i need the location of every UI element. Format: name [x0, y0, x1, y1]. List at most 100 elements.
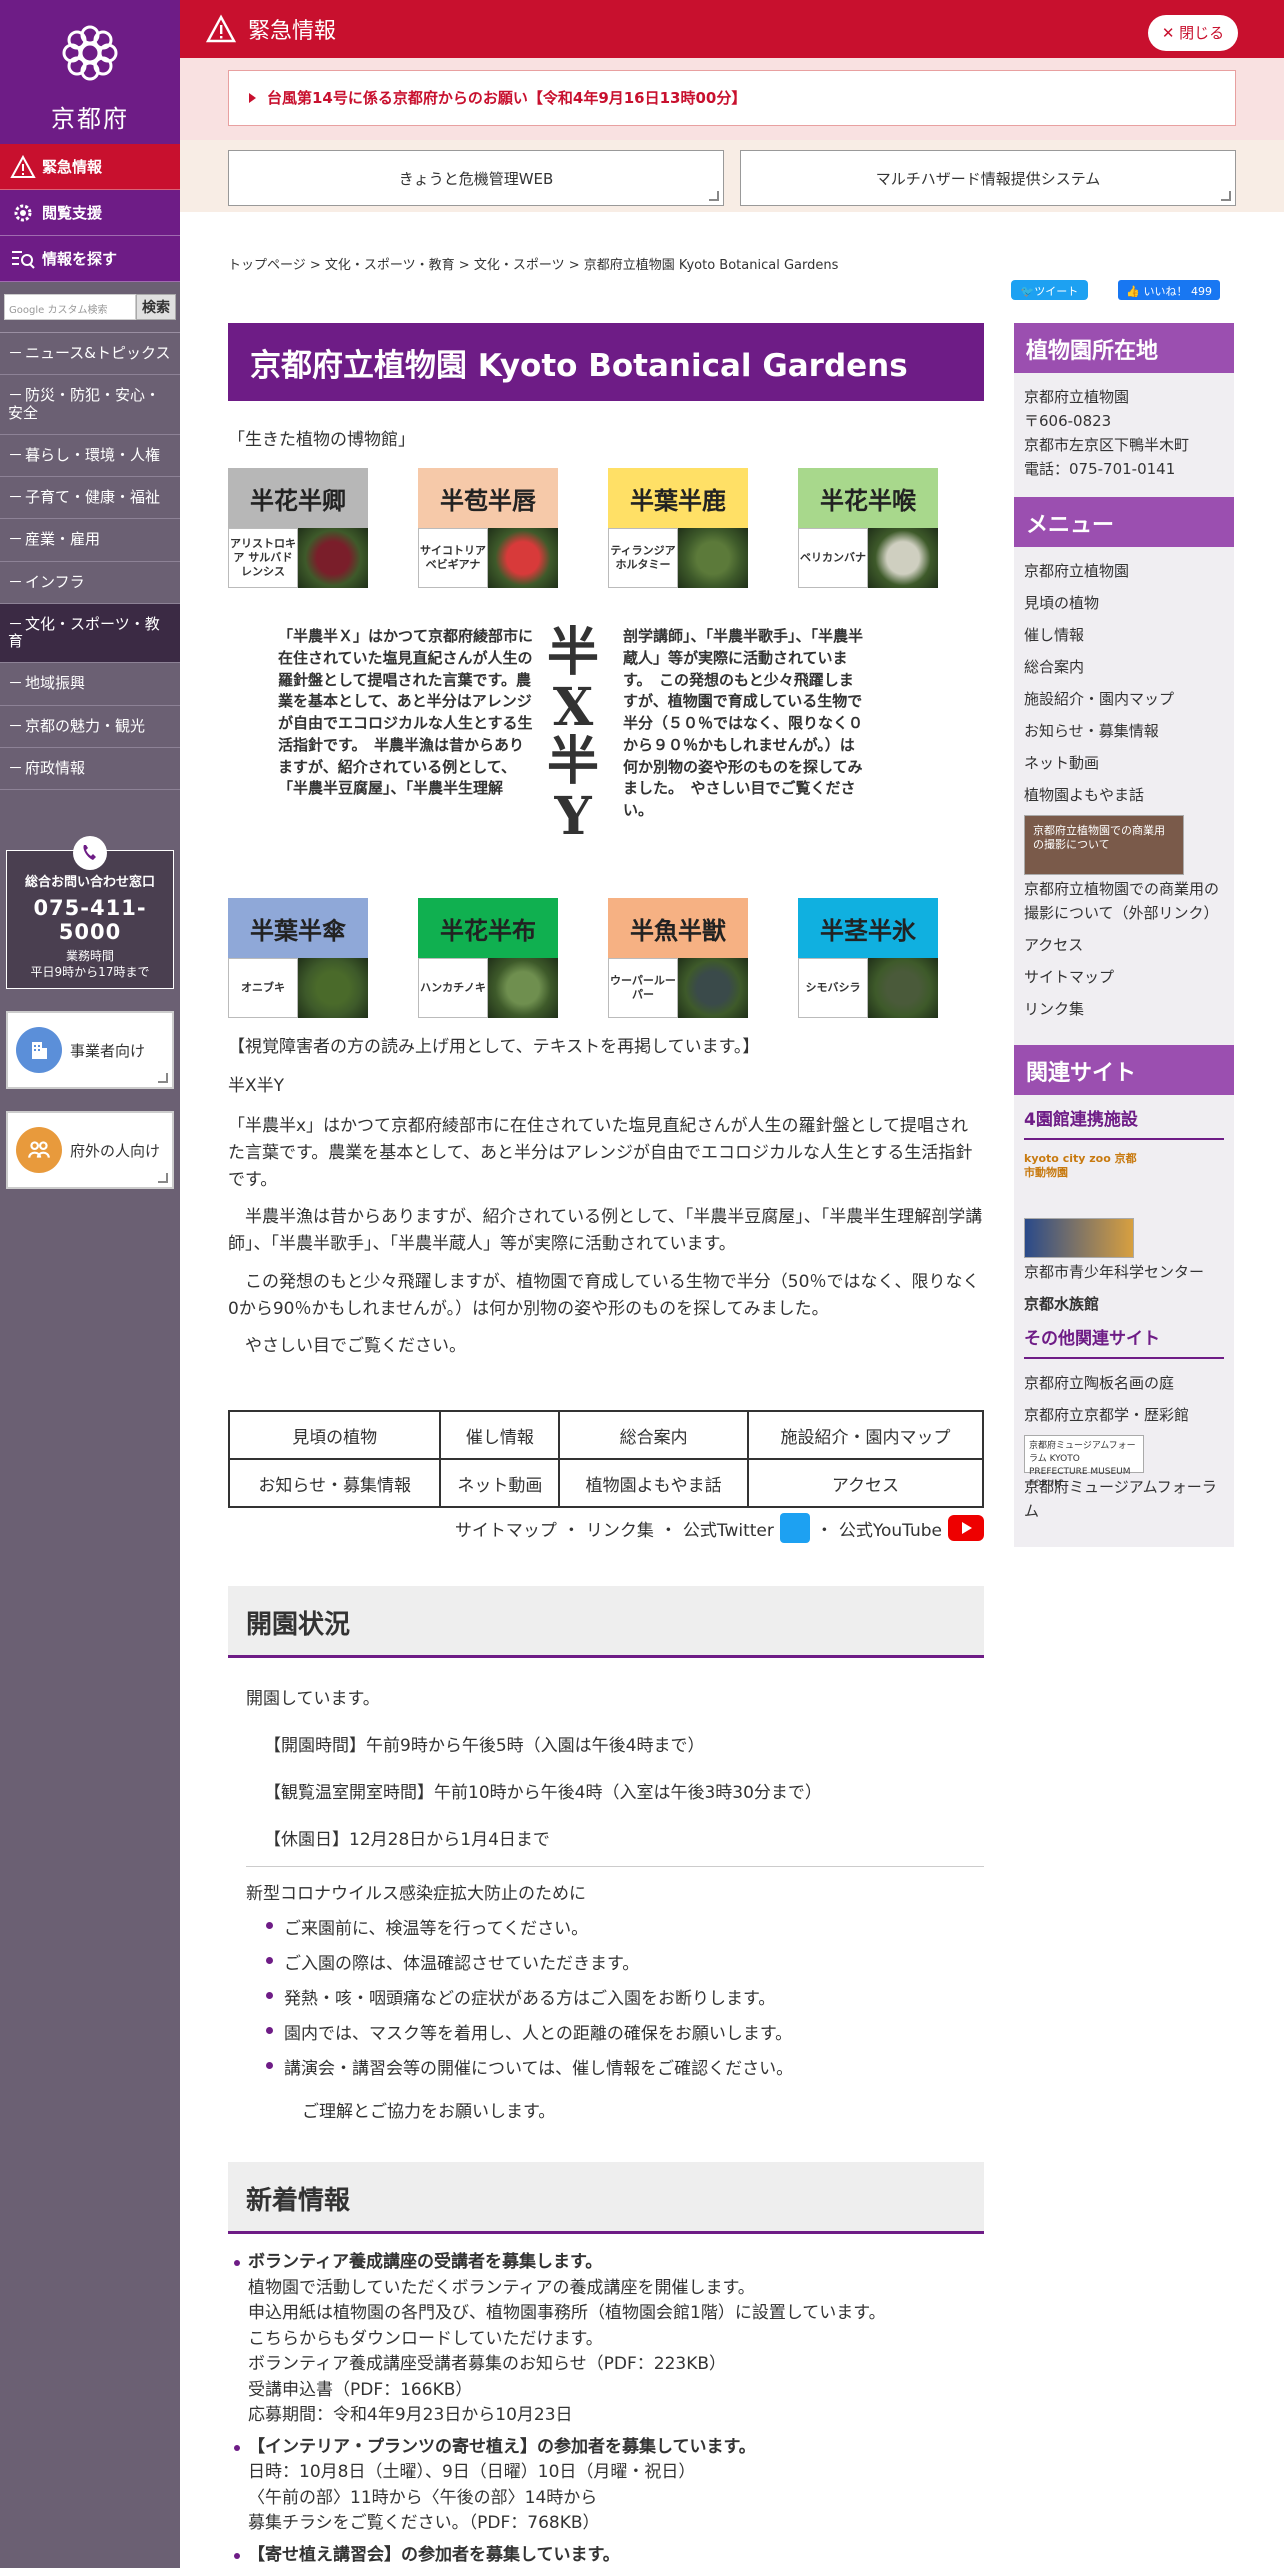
content-column: 京都府立植物園 Kyoto Botanical Gardens 「生きた植物の博…: [227, 323, 985, 2568]
plant-tile-title: 半花半布: [418, 898, 558, 959]
accessibility-button[interactable]: 閲覧支援: [0, 190, 180, 236]
plant-photo: [678, 958, 748, 1019]
nav-cell[interactable]: アクセス: [746, 1458, 985, 1509]
menu-link[interactable]: 総合案内: [1024, 655, 1224, 679]
status-thanks: ご理解とご協力をお願いします。: [302, 2102, 556, 2123]
news-item-title: 【インテリア・プランツの寄せ植え】の参加者を募集しています。: [248, 2436, 756, 2457]
related-link[interactable]: 京都府立京都学・歴彩館: [1024, 1403, 1224, 1427]
menu-link[interactable]: 京都府立植物園での商業用の撮影について（外部リンク）: [1024, 877, 1224, 925]
page-title: 京都府立植物園 Kyoto Botanical Gardens: [228, 323, 984, 401]
find-info-button[interactable]: 情報を探す: [0, 236, 180, 282]
nav-link-highlights[interactable]: 見頃の植物: [292, 1428, 377, 1448]
youtube-icon[interactable]: [948, 1515, 984, 1542]
youth-science-center-banner[interactable]: [1024, 1218, 1134, 1259]
status-open: 開園しています。: [246, 1689, 380, 1710]
related-link[interactable]: 京都府ミュージアムフォーラム: [1024, 1475, 1224, 1523]
menu-heading: メニュー: [1014, 497, 1234, 547]
plant-photo: [868, 528, 938, 589]
xy-text-right: 剖学講師」、「半農半歌手」、「半農半蔵人」等が実際に活動されています。 この発想…: [623, 627, 864, 820]
menu-link[interactable]: リンク集: [1024, 997, 1224, 1021]
tweet-button[interactable]: 🐦ツイート: [1010, 280, 1089, 300]
sidebar-item-regional[interactable]: 地域振興: [0, 663, 180, 706]
menu-link[interactable]: 京都府立植物園: [1024, 559, 1224, 583]
covid-item: 発熱・咳・咽頭痛などの症状がある方はご入園をお断りします。: [266, 1984, 984, 2009]
sidebar-item-industry[interactable]: 産業・雇用: [0, 519, 180, 562]
sidebar-item-living[interactable]: 暮らし・環境・人権: [0, 435, 180, 477]
nav-cell[interactable]: お知らせ・募集情報: [227, 1458, 442, 1509]
crisis-web-button[interactable]: きょうと危機管理WEB: [228, 150, 724, 206]
commercial-filming-banner[interactable]: 京都府立植物園での商業用の撮影について: [1024, 815, 1184, 875]
emergency-close-button[interactable]: ✕ 閉じる: [1148, 15, 1238, 51]
breadcrumb-culture-sports[interactable]: 文化・スポーツ: [474, 258, 565, 273]
nav-cell[interactable]: 施設紹介・園内マップ: [746, 1410, 985, 1461]
emergency-notice-link[interactable]: 台風第14号に係る京都府からのお願い【令和4年9月16日13時00分】: [228, 70, 1236, 126]
nav-cell[interactable]: 植物園よもやま話: [558, 1458, 749, 1509]
nav-link-access[interactable]: アクセス: [832, 1476, 899, 1496]
flyer-pdf-link[interactable]: 募集チラシをご覧ください。（PDF：768KB）: [248, 2513, 600, 2533]
business-button[interactable]: 事業者向け: [6, 1011, 174, 1090]
related-link[interactable]: 京都府立陶板名画の庭: [1024, 1371, 1224, 1395]
twitter-icon[interactable]: [779, 1513, 810, 1544]
plant-photo: [488, 528, 558, 589]
contact-phone[interactable]: 075-411-5000: [11, 896, 169, 944]
kyoto-emblem-icon: [62, 25, 118, 81]
sidebar-item-government[interactable]: 府政情報: [0, 748, 180, 790]
nav-link-guide[interactable]: 総合案内: [620, 1428, 688, 1448]
zoo-logo[interactable]: kyoto city zoo 京都市動物園: [1024, 1152, 1144, 1200]
nav-cell[interactable]: 総合案内: [558, 1410, 749, 1461]
search-button[interactable]: 検索: [136, 294, 176, 320]
sitemap-link[interactable]: サイトマップ: [455, 1516, 557, 1541]
multihazard-button[interactable]: マルチハザード情報提供システム: [740, 150, 1236, 206]
menu-link[interactable]: お知らせ・募集情報: [1024, 719, 1224, 743]
breadcrumb-home[interactable]: トップページ: [228, 258, 306, 273]
menu-link[interactable]: 施設紹介・園内マップ: [1024, 687, 1224, 711]
nav-link-videos[interactable]: ネット動画: [457, 1476, 542, 1496]
people-icon: [16, 1127, 62, 1174]
museum-forum-banner[interactable]: 京都府ミュージアムフォーラム KYOTO PREFECTURE MUSEUM F…: [1024, 1435, 1144, 1489]
sidebar-item-tourism[interactable]: 京都の魅力・観光: [0, 706, 180, 748]
menu-link[interactable]: アクセス: [1024, 933, 1224, 957]
nav-link-notices[interactable]: お知らせ・募集情報: [258, 1476, 411, 1496]
plant-tiles-row-2: 半葉半傘 オニブキ 半花半布 ハンカチノキ 半魚半獣 ウーパールーパー 半茎半氷 シモバシラ: [228, 898, 984, 1019]
search-input[interactable]: Google カスタム検索: [4, 294, 136, 320]
menu-link[interactable]: 見頃の植物: [1024, 591, 1224, 615]
emergency-button[interactable]: 緊急情報: [0, 144, 180, 190]
emergency-title: 緊急情報: [248, 19, 337, 44]
menu-link[interactable]: 催し情報: [1024, 623, 1224, 647]
nav-cell[interactable]: 見頃の植物: [227, 1410, 442, 1461]
sidebar-item-news[interactable]: ニュース&トピックス: [0, 333, 180, 376]
related-link[interactable]: 京都市青少年科学センター: [1024, 1260, 1224, 1284]
corner-arrow-icon: [709, 191, 719, 201]
sidebar-item-childcare[interactable]: 子育て・健康・福祉: [0, 477, 180, 520]
menu-link[interactable]: サイトマップ: [1024, 965, 1224, 989]
outside-visitors-button[interactable]: 府外の人向け: [6, 1111, 174, 1190]
related-link[interactable]: 京都水族館: [1024, 1292, 1224, 1316]
xy-char: X: [552, 676, 594, 738]
nav-link-events[interactable]: 催し情報: [466, 1428, 534, 1448]
plant-tile-label: シモバシラ: [798, 958, 868, 1019]
sidebar-item-culture[interactable]: 文化・スポーツ・教育: [0, 603, 180, 664]
events-link[interactable]: 催し情報: [572, 2059, 640, 2079]
breadcrumb-culture-education[interactable]: 文化・スポーツ・教育: [325, 258, 455, 273]
sidebar-item-infra[interactable]: インフラ: [0, 562, 180, 604]
site-logo[interactable]: 京都府: [0, 0, 180, 144]
location-line: 京都市左京区下鴨半木町: [1024, 436, 1190, 454]
volunteer-pdf-link[interactable]: ボランティア養成講座受講者募集のお知らせ（PDF：223KB）: [248, 2354, 726, 2374]
nav-cell[interactable]: 催し情報: [439, 1410, 561, 1461]
plant-tiles-row-1: 半花半卿 アリストロキア サルバドレンシス 半苞半唇 サイコトリア ベビギアナ 半葉半鹿…: [228, 468, 984, 589]
plant-photo: [868, 958, 938, 1019]
application-form-link[interactable]: 受講申込書（PDF：166KB）: [248, 2380, 472, 2400]
plant-photo: [488, 958, 558, 1019]
site-name: 京都府: [51, 105, 129, 133]
menu-link[interactable]: ネット動画: [1024, 751, 1224, 775]
nav-link-stories[interactable]: 植物園よもやま話: [586, 1476, 722, 1496]
plant-tile: 半苞半唇 サイコトリア ベビギアナ: [418, 468, 558, 589]
menu-link[interactable]: 植物園よもやま話: [1024, 783, 1224, 807]
nav-cell[interactable]: ネット動画: [439, 1458, 561, 1509]
official-youtube-link[interactable]: 公式YouTube: [839, 1516, 942, 1541]
nav-link-facilities-map[interactable]: 施設紹介・園内マップ: [780, 1428, 950, 1448]
facebook-like-button[interactable]: 👍 いいね！ 499: [1118, 280, 1220, 300]
sidebar-item-safety[interactable]: 防災・防犯・安心・安全: [0, 375, 180, 435]
link-collection-link[interactable]: リンク集: [586, 1516, 654, 1541]
official-twitter-link[interactable]: 公式Twitter: [683, 1516, 774, 1541]
